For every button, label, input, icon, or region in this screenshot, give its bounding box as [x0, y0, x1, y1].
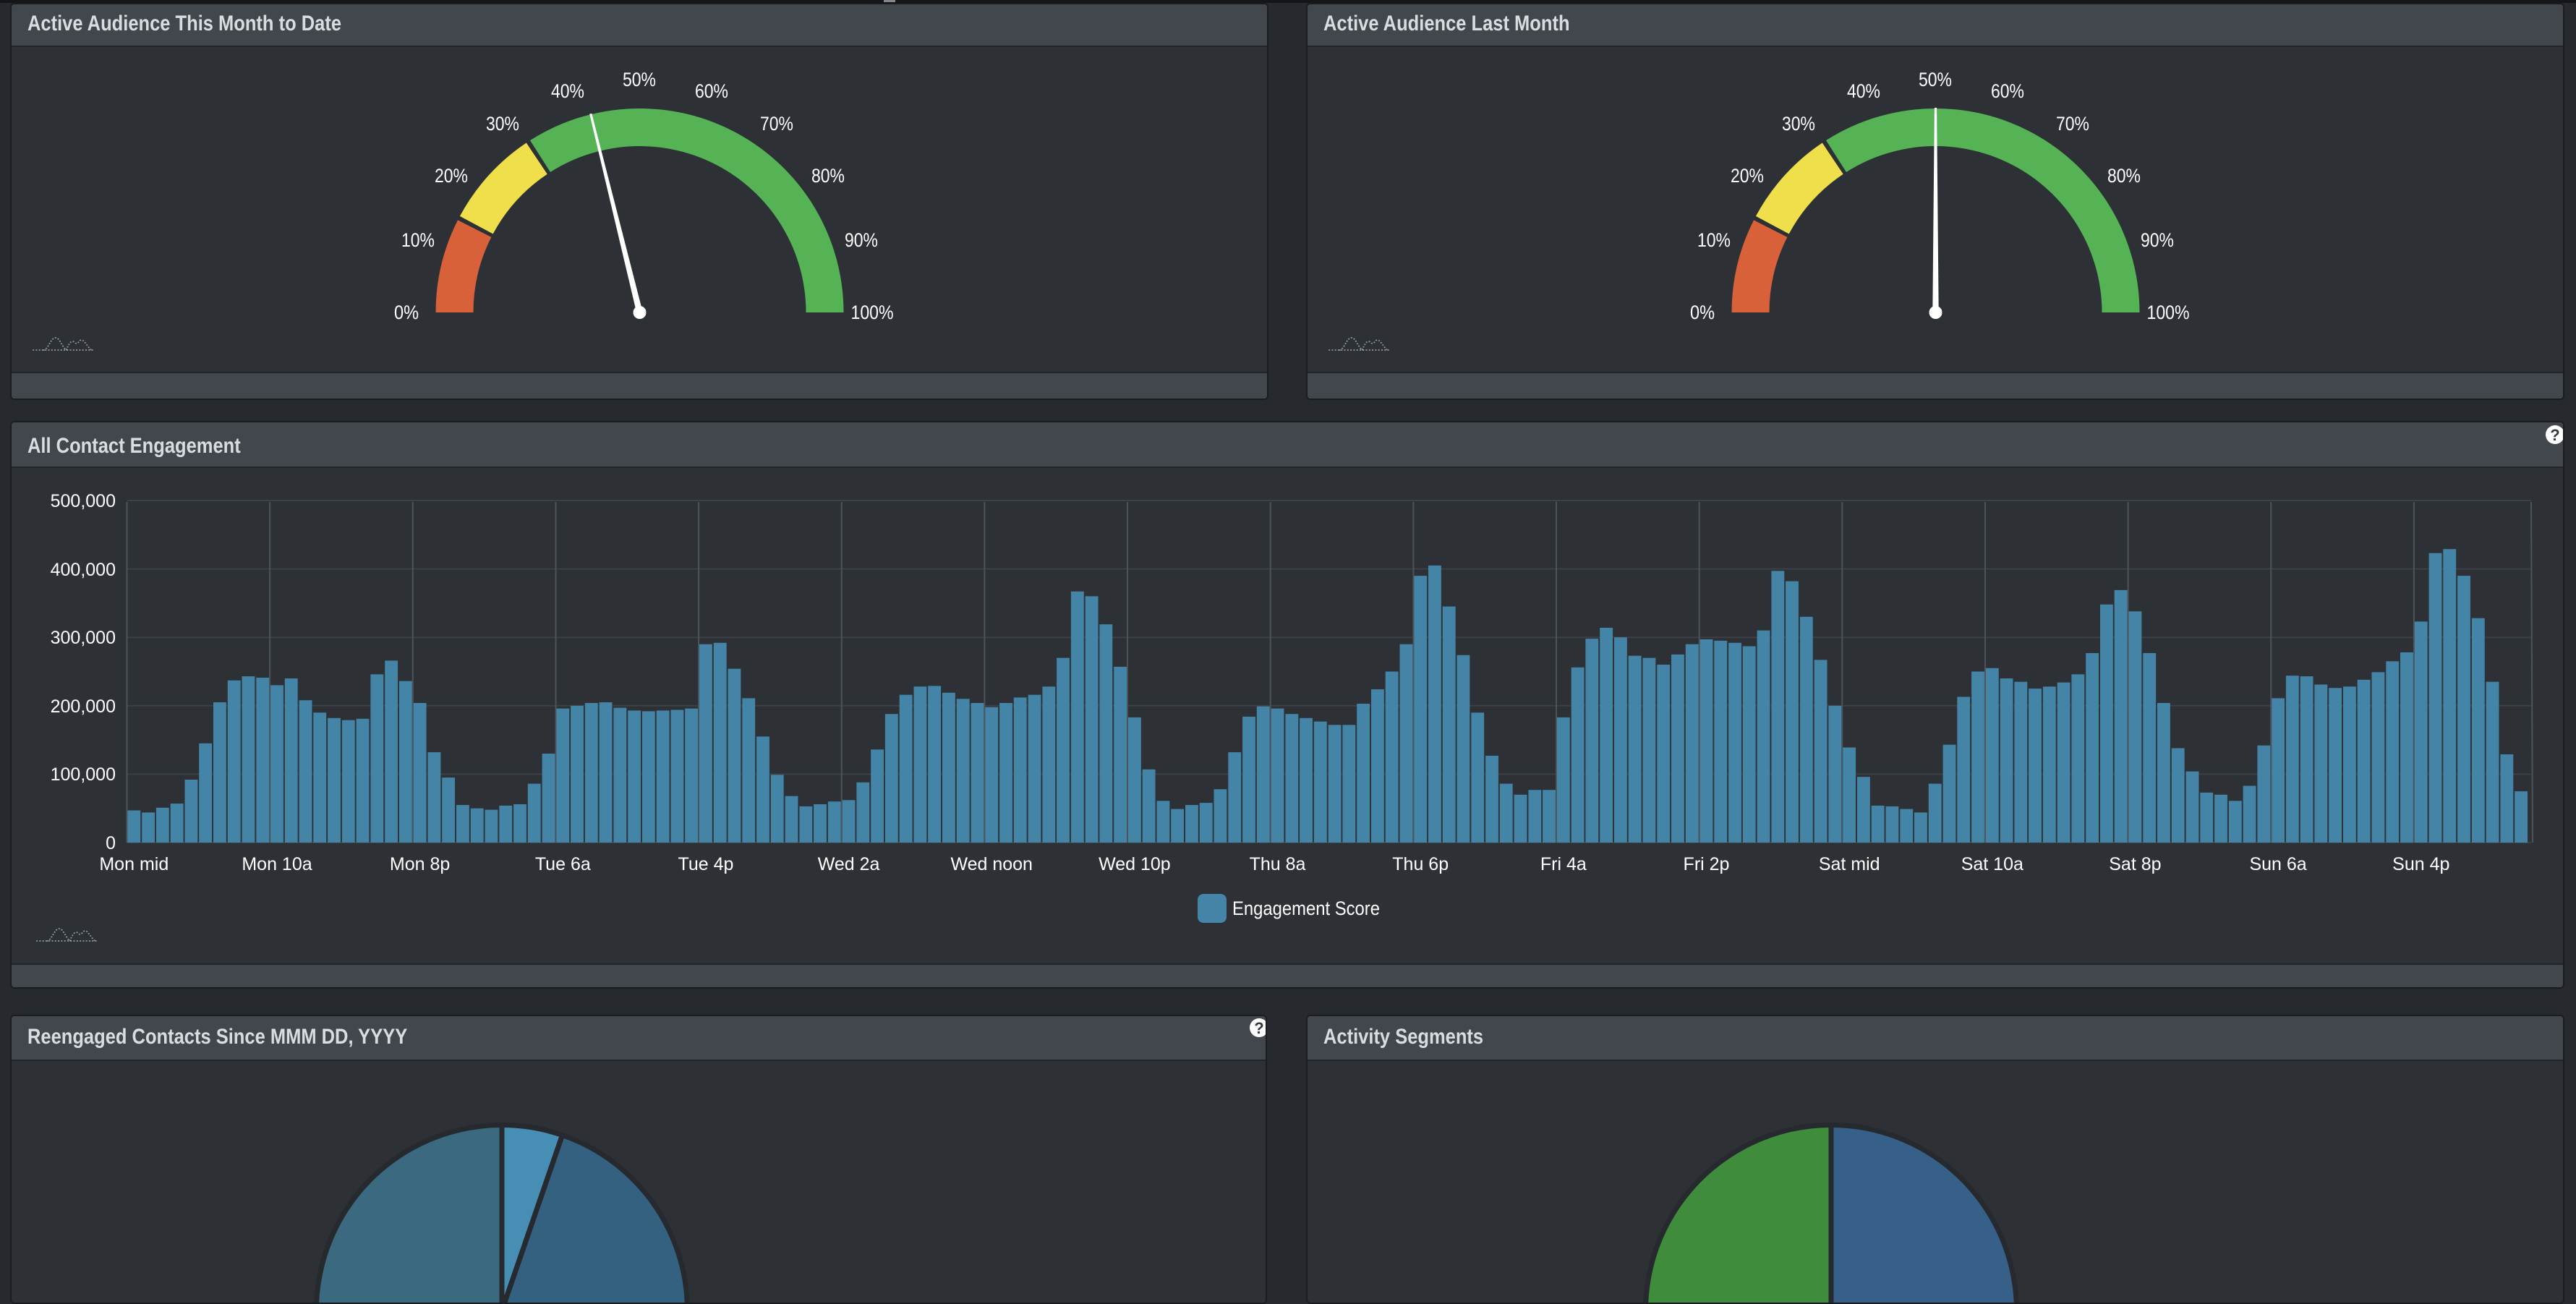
svg-text:Mon 10a: Mon 10a	[242, 854, 312, 874]
svg-text:20%: 20%	[1731, 165, 1764, 187]
svg-text:100,000: 100,000	[51, 764, 116, 785]
svg-text:30%: 30%	[486, 113, 519, 135]
svg-text:10%: 10%	[401, 229, 435, 251]
svg-text:50%: 50%	[623, 69, 656, 90]
svg-text:30%: 30%	[1782, 113, 1815, 135]
svg-text:50%: 50%	[1919, 69, 1952, 90]
svg-text:0: 0	[106, 833, 116, 853]
svg-text:Mon mid: Mon mid	[99, 854, 169, 874]
svg-text:0%: 0%	[394, 302, 419, 323]
svg-text:Sun 6a: Sun 6a	[2249, 854, 2306, 874]
svg-text:Tue 6a: Tue 6a	[535, 854, 591, 874]
svg-text:60%: 60%	[695, 80, 728, 102]
svg-text:Engagement Score: Engagement Score	[1232, 898, 1380, 919]
svg-text:100%: 100%	[2147, 302, 2190, 323]
svg-text:90%: 90%	[845, 229, 878, 251]
svg-text:Sun 4p: Sun 4p	[2392, 854, 2449, 874]
svg-text:70%: 70%	[2056, 113, 2089, 135]
svg-text:300,000: 300,000	[51, 628, 116, 648]
svg-text:100%: 100%	[851, 302, 894, 323]
svg-text:Fri 4a: Fri 4a	[1540, 854, 1587, 874]
svg-text:Sat 8p: Sat 8p	[2109, 854, 2161, 874]
svg-text:90%: 90%	[2141, 229, 2174, 251]
svg-text:Thu 6p: Thu 6p	[1392, 854, 1449, 874]
svg-text:80%: 80%	[2107, 165, 2141, 187]
svg-text:Sat mid: Sat mid	[1819, 854, 1880, 874]
svg-text:400,000: 400,000	[51, 560, 116, 580]
svg-text:70%: 70%	[760, 113, 793, 135]
svg-text:Wed 10p: Wed 10p	[1099, 854, 1171, 874]
svg-text:500,000: 500,000	[51, 491, 116, 511]
svg-text:0%: 0%	[1690, 302, 1715, 323]
svg-text:40%: 40%	[551, 80, 584, 102]
svg-text:200,000: 200,000	[51, 696, 116, 717]
svg-text:Sat 10a: Sat 10a	[1961, 854, 2023, 874]
svg-text:Fri 2p: Fri 2p	[1684, 854, 1730, 874]
svg-text:Tue 4p: Tue 4p	[678, 854, 734, 874]
svg-text:Thu 8a: Thu 8a	[1250, 854, 1306, 874]
svg-text:Mon 8p: Mon 8p	[390, 854, 450, 874]
svg-text:10%: 10%	[1697, 229, 1731, 251]
svg-text:80%: 80%	[811, 165, 845, 187]
svg-text:20%: 20%	[435, 165, 468, 187]
svg-text:Wed noon: Wed noon	[950, 854, 1033, 874]
svg-text:60%: 60%	[1991, 80, 2024, 102]
svg-text:Wed 2a: Wed 2a	[818, 854, 880, 874]
svg-text:40%: 40%	[1847, 80, 1880, 102]
